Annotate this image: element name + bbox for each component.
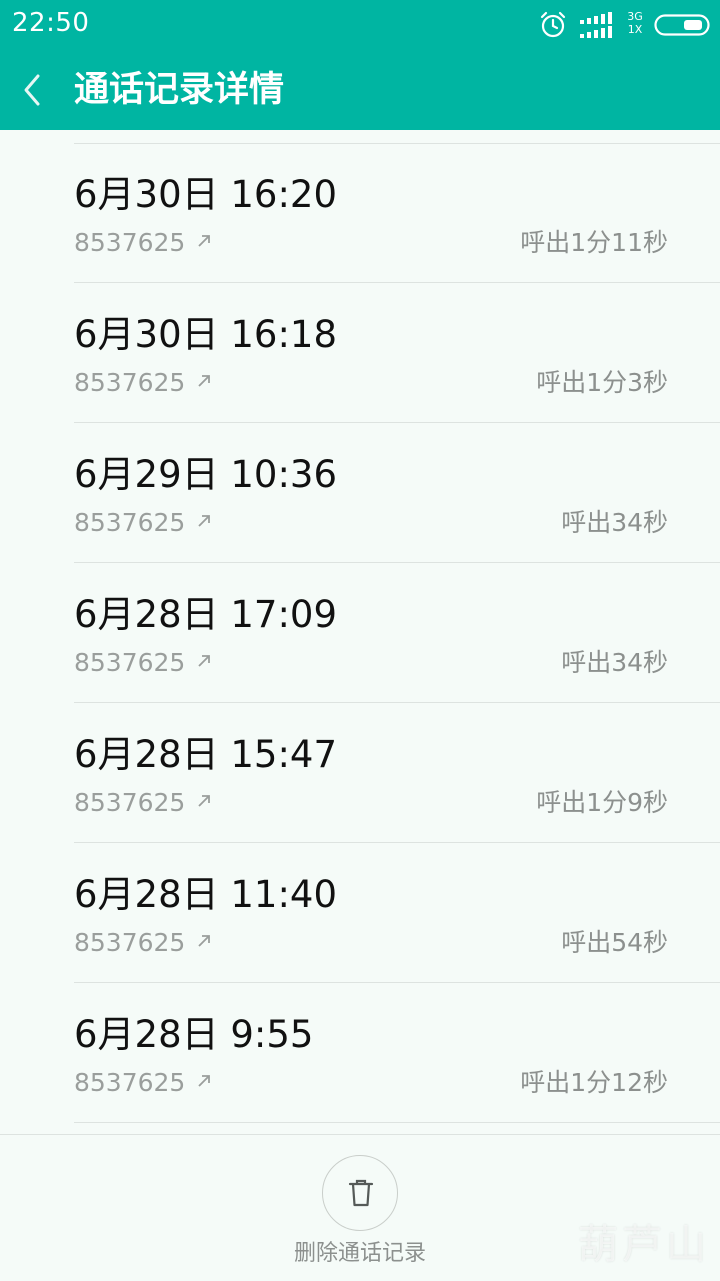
delete-call-log-button[interactable] xyxy=(322,1155,398,1231)
call-log-item[interactable]: 6月29日 10:36 8537625 呼出34秒 xyxy=(0,423,720,563)
back-button[interactable] xyxy=(14,66,54,114)
call-log-item[interactable]: 6月28日 9:55 8537625 呼出1分12秒 xyxy=(0,983,720,1123)
call-log-list: 6月30日 16:20 8537625 呼出1分11秒 6月30日 16:18 … xyxy=(0,143,720,1123)
trash-icon xyxy=(348,1179,374,1207)
outgoing-arrow-icon xyxy=(198,935,210,947)
call-number: 8537625 xyxy=(74,648,186,677)
app-header: 22:50 3G 1X 通话记录详情 xyxy=(0,0,720,130)
call-datetime: 6月28日 11:40 xyxy=(74,873,338,916)
network-type-bottom: 1X xyxy=(627,23,643,36)
item-divider xyxy=(74,1122,720,1123)
call-duration: 呼出34秒 xyxy=(561,508,668,537)
call-number: 8537625 xyxy=(74,1068,186,1097)
call-number: 8537625 xyxy=(74,368,186,397)
signal-icon xyxy=(580,12,612,38)
call-duration: 呼出1分3秒 xyxy=(536,368,668,397)
status-bar: 22:50 3G 1X xyxy=(0,0,720,50)
network-type-top: 3G xyxy=(627,10,643,23)
call-datetime: 6月30日 16:20 xyxy=(74,173,338,216)
status-time: 22:50 xyxy=(12,8,90,38)
page-title: 通话记录详情 xyxy=(74,70,285,110)
call-number: 8537625 xyxy=(74,508,186,537)
battery-icon xyxy=(654,14,710,36)
outgoing-arrow-icon xyxy=(198,795,210,807)
watermark: 葫芦山 xyxy=(578,1222,710,1268)
network-type-label: 3G 1X xyxy=(624,10,646,36)
outgoing-arrow-icon xyxy=(198,655,210,667)
call-duration: 呼出34秒 xyxy=(561,648,668,677)
call-duration: 呼出1分11秒 xyxy=(520,228,668,257)
call-log-item[interactable]: 6月30日 16:20 8537625 呼出1分11秒 xyxy=(0,143,720,283)
outgoing-arrow-icon xyxy=(198,235,210,247)
call-number: 8537625 xyxy=(74,928,186,957)
call-number: 8537625 xyxy=(74,228,186,257)
call-number: 8537625 xyxy=(74,788,186,817)
call-datetime: 6月28日 15:47 xyxy=(74,733,338,776)
call-datetime: 6月30日 16:18 xyxy=(74,313,338,356)
call-log-item[interactable]: 6月28日 15:47 8537625 呼出1分9秒 xyxy=(0,703,720,843)
call-datetime: 6月28日 9:55 xyxy=(74,1013,314,1056)
outgoing-arrow-icon xyxy=(198,515,210,527)
outgoing-arrow-icon xyxy=(198,1075,210,1087)
call-log-item[interactable]: 6月28日 11:40 8537625 呼出54秒 xyxy=(0,843,720,983)
outgoing-arrow-icon xyxy=(198,375,210,387)
call-duration: 呼出1分12秒 xyxy=(520,1068,668,1097)
call-datetime: 6月28日 17:09 xyxy=(74,593,338,636)
call-log-item[interactable]: 6月30日 16:18 8537625 呼出1分3秒 xyxy=(0,283,720,423)
call-duration: 呼出1分9秒 xyxy=(536,788,668,817)
call-log-item[interactable]: 6月28日 17:09 8537625 呼出34秒 xyxy=(0,563,720,703)
alarm-icon xyxy=(540,11,566,38)
call-datetime: 6月29日 10:36 xyxy=(74,453,338,496)
call-duration: 呼出54秒 xyxy=(561,928,668,957)
